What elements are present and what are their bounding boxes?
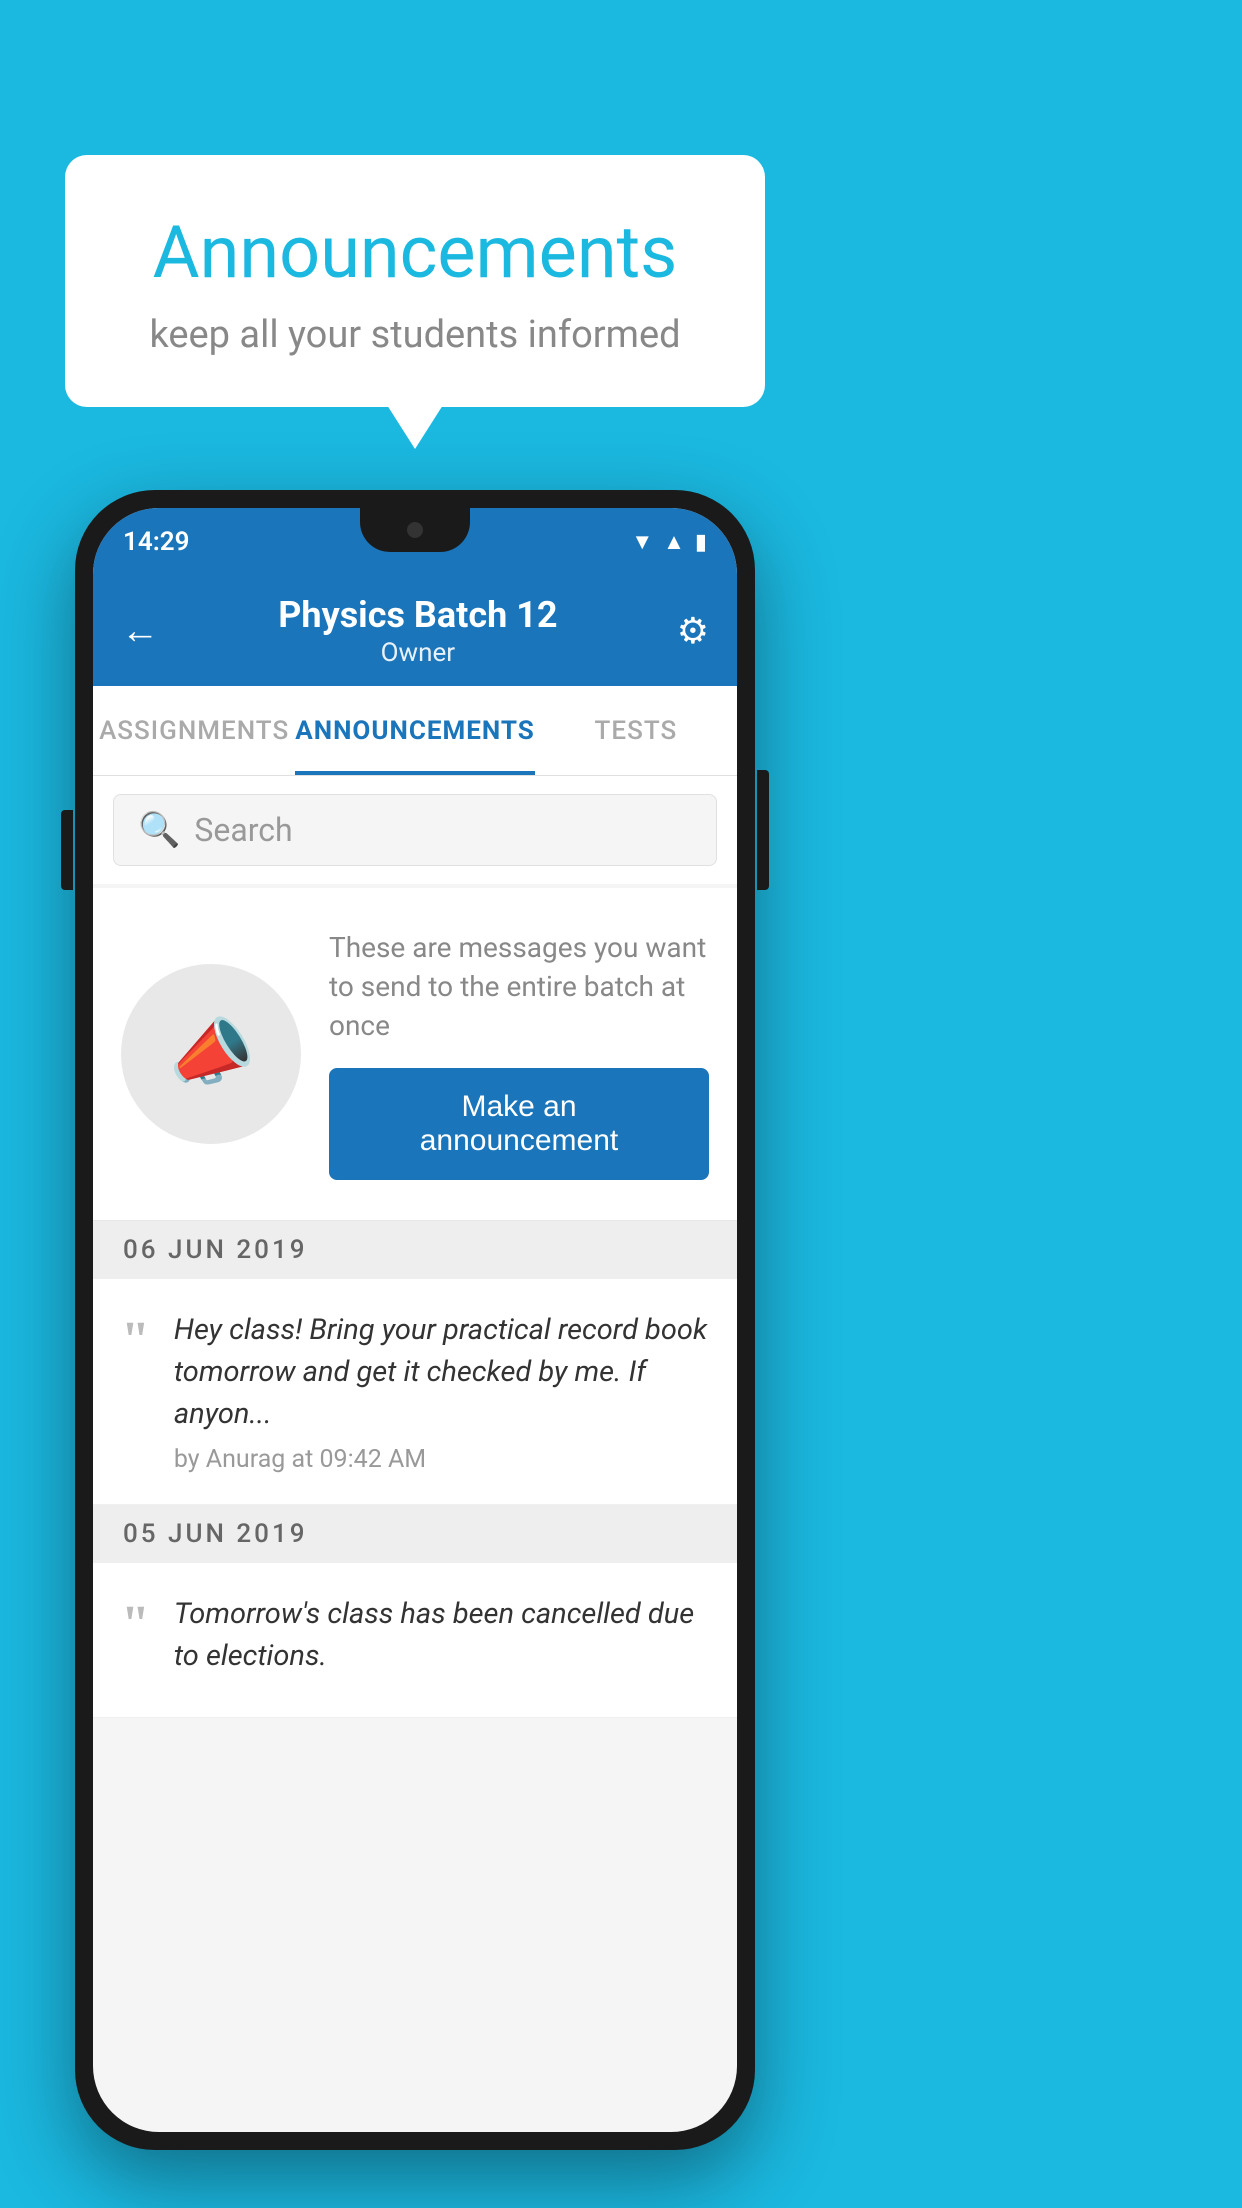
signal-icon: ▲ [663, 529, 685, 555]
announcement-placeholder-section: 📣 These are messages you want to send to… [93, 888, 737, 1221]
tab-assignments[interactable]: ASSIGNMENTS [93, 686, 295, 775]
app-bar-title: Physics Batch 12 [159, 594, 677, 636]
announcement-item-2[interactable]: " Tomorrow's class has been cancelled du… [93, 1563, 737, 1718]
tabs-bar: ASSIGNMENTS ANNOUNCEMENTS TESTS [93, 686, 737, 776]
back-button[interactable]: ← [121, 609, 159, 653]
bubble-title: Announcements [125, 210, 705, 295]
search-placeholder: Search [194, 811, 292, 849]
wifi-icon: ▼ [631, 529, 653, 555]
phone-screen: 14:29 ▼ ▲ ▮ ← Physics Batch 12 Owner ⚙ [93, 508, 737, 2132]
announcement-description: These are messages you want to send to t… [329, 928, 709, 1046]
settings-icon[interactable]: ⚙ [677, 610, 709, 652]
announcement-text-2: Tomorrow's class has been cancelled due … [174, 1593, 709, 1677]
search-container: 🔍 Search [93, 776, 737, 884]
quote-icon-2: " [121, 1599, 150, 1651]
camera-dot [407, 522, 423, 538]
battery-icon: ▮ [695, 530, 707, 555]
bubble-subtitle: keep all your students informed [125, 313, 705, 357]
tab-tests[interactable]: TESTS [535, 686, 737, 775]
app-bar-subtitle: Owner [159, 638, 677, 668]
app-bar-center: Physics Batch 12 Owner [159, 594, 677, 668]
announcement-icon-circle: 📣 [121, 964, 301, 1144]
search-bar[interactable]: 🔍 Search [113, 794, 717, 866]
search-icon: 🔍 [138, 810, 180, 850]
date-separator-1: 06 JUN 2019 [93, 1221, 737, 1279]
tab-announcements[interactable]: ANNOUNCEMENTS [295, 686, 534, 775]
date-separator-2: 05 JUN 2019 [93, 1505, 737, 1563]
speech-bubble-container: Announcements keep all your students inf… [65, 155, 765, 407]
notch-cutout [360, 508, 470, 552]
announcement-text-1: Hey class! Bring your practical record b… [174, 1309, 709, 1435]
announcement-right: These are messages you want to send to t… [329, 928, 709, 1180]
announcement-item-1[interactable]: " Hey class! Bring your practical record… [93, 1279, 737, 1505]
status-bar: 14:29 ▼ ▲ ▮ [93, 508, 737, 576]
status-time: 14:29 [123, 527, 190, 557]
quote-icon-1: " [121, 1315, 150, 1367]
status-icons: ▼ ▲ ▮ [631, 529, 707, 555]
make-announcement-button[interactable]: Make an announcement [329, 1068, 709, 1180]
app-bar: ← Physics Batch 12 Owner ⚙ [93, 576, 737, 686]
announcement-content-2: Tomorrow's class has been cancelled due … [174, 1593, 709, 1687]
announcement-meta-1: by Anurag at 09:42 AM [174, 1445, 709, 1474]
megaphone-icon: 📣 [161, 1006, 261, 1102]
phone-wrapper: 14:29 ▼ ▲ ▮ ← Physics Batch 12 Owner ⚙ [75, 490, 755, 2150]
speech-bubble: Announcements keep all your students inf… [65, 155, 765, 407]
phone-outer: 14:29 ▼ ▲ ▮ ← Physics Batch 12 Owner ⚙ [75, 490, 755, 2150]
announcement-content-1: Hey class! Bring your practical record b… [174, 1309, 709, 1474]
